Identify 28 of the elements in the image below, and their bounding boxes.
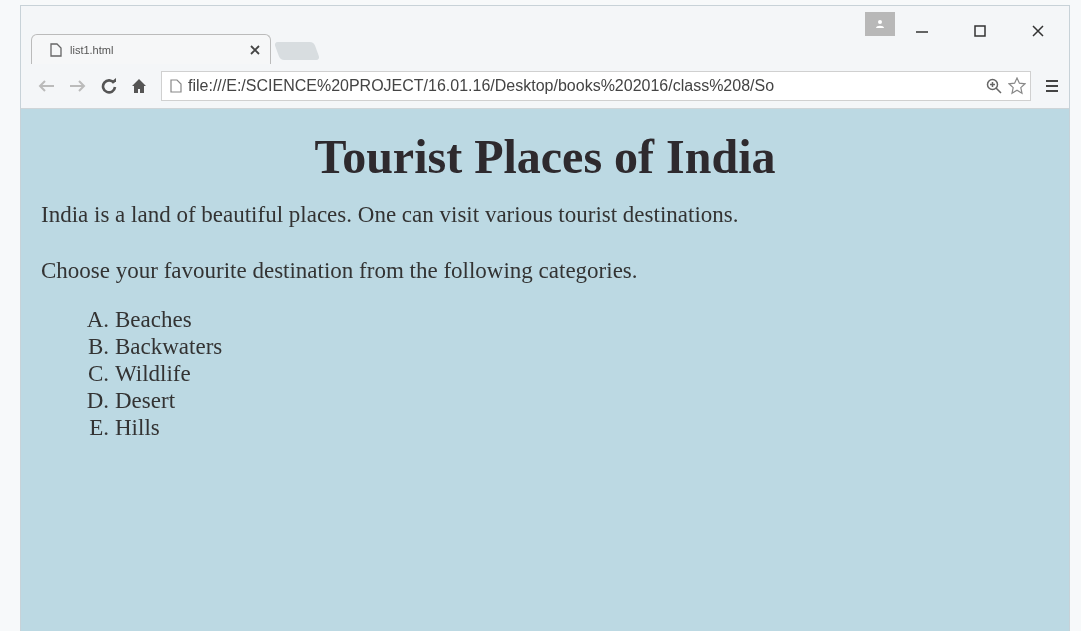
list-marker: E. xyxy=(88,414,109,441)
url-text: file:///E:/SCIENCE%20PROJECT/16.01.16/Desktop/books%202016/class%208/So xyxy=(188,77,776,95)
page-heading: Tourist Places of India xyxy=(313,129,777,184)
list-item: Beaches xyxy=(115,306,192,333)
reload-icon[interactable] xyxy=(101,78,117,94)
person-icon xyxy=(875,19,885,29)
browser-tab[interactable]: list1.html xyxy=(31,34,271,64)
maximize-icon[interactable] xyxy=(973,24,987,38)
list-item: Wildlife xyxy=(115,360,191,387)
list-marker: C. xyxy=(86,360,109,387)
menu-icon[interactable] xyxy=(1045,79,1059,93)
page-icon xyxy=(50,42,62,57)
address-bar[interactable]: file:///E:/SCIENCE%20PROJECT/16.01.16/Desktop/books%202016/class%208/So xyxy=(161,71,1031,101)
home-icon[interactable] xyxy=(131,78,147,94)
paragraph: Choose your favourite destination from the following categories. xyxy=(41,258,639,284)
list-item: Hills xyxy=(115,414,160,441)
list-marker: D. xyxy=(85,387,109,414)
list-item: Desert xyxy=(115,387,176,414)
list-marker: A. xyxy=(85,306,109,333)
star-icon[interactable] xyxy=(1008,77,1026,95)
close-icon[interactable] xyxy=(1031,24,1045,38)
page-icon xyxy=(170,79,182,93)
list-marker: B. xyxy=(86,333,109,360)
tab-title: list1.html xyxy=(70,43,115,56)
zoom-icon[interactable] xyxy=(986,78,1002,94)
paragraph: India is a land of beautiful places. One can visit various tourist destinations. xyxy=(41,202,740,228)
close-icon[interactable] xyxy=(250,44,260,55)
list-item: Backwaters xyxy=(115,333,223,360)
